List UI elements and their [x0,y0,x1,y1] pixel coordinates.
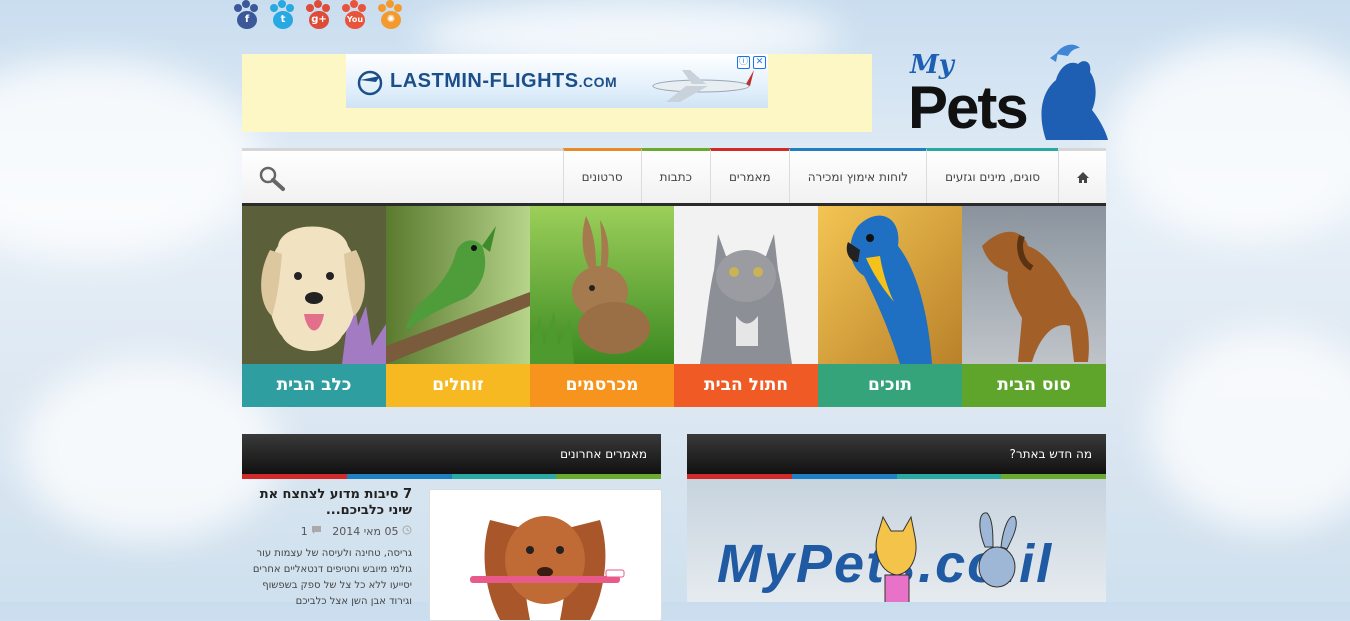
post-comments[interactable]: 1 [301,525,323,538]
post-meta: 05 מאי 2014 1 [242,525,412,538]
plane-logo-icon [357,70,383,96]
ad-controls: ⓘ ✕ [737,56,766,69]
airplane-icon [652,70,754,102]
page-container: f t g+ You ✺ LASTMIN-FLIGHTS.COM ⓘ ✕ My … [234,0,1108,621]
nav-home[interactable] [1058,148,1106,203]
nav-item-species[interactable]: סוגים, מינים וגזעים [926,148,1058,203]
nav-item-articles[interactable]: מאמרים [709,148,789,203]
iguana-image [386,206,530,364]
whats-new-banner[interactable]: MyPets.co.il [687,479,1106,602]
post-text: 7 סיבות מדוע לצחצח את שיני כלביכם... 05 … [242,487,412,610]
category-dog[interactable]: כלב הבית [242,206,386,407]
category-grid: סוס הבית תוכים חתול הבית מכרסמים זוחלים … [242,206,1106,407]
cartoon-rabbit-icon [978,512,1017,588]
nav-item-adoption[interactable]: לוחות אימוץ ומכירה [788,148,927,203]
category-parrot[interactable]: תוכים [818,206,962,407]
facebook-icon[interactable]: f [230,0,262,32]
nav-items: סוגים, מינים וגזעים לוחות אימוץ ומכירה מ… [562,148,1106,206]
latest-articles-widget: מאמרים אחרונים 7 סיבות מדוע לצחצח את שינ… [242,434,662,621]
ad-creative[interactable]: LASTMIN-FLIGHTS.COM ⓘ ✕ [346,54,768,108]
google-plus-icon[interactable]: g+ [302,0,334,32]
ad-info-icon[interactable]: ⓘ [737,56,750,69]
parrot-image [818,206,962,364]
category-horse[interactable]: סוס הבית [962,206,1106,407]
post-title[interactable]: 7 סיבות מדוע לצחצח את שיני כלביכם... [242,487,412,519]
site-logo[interactable]: My Pets [908,40,1108,144]
comment-icon [312,526,322,534]
cat-image [674,206,818,364]
nav-item-features[interactable]: כתבות [640,148,710,203]
ad-brand: LASTMIN-FLIGHTS.COM [390,70,618,92]
dog-image [242,206,386,364]
twitter-icon[interactable]: t [266,0,298,32]
category-cat[interactable]: חתול הבית [674,206,818,407]
widget-title: מה חדש באתר? [687,434,1106,474]
category-reptiles[interactable]: זוחלים [386,206,530,407]
post-date: 05 מאי 2014 [332,525,412,538]
ad-banner[interactable]: LASTMIN-FLIGHTS.COM ⓘ ✕ [242,54,872,132]
search-icon[interactable] [258,165,286,193]
horse-image [962,206,1106,364]
rabbit-image [530,206,674,364]
post-excerpt: גריסה, טחינה ולעיסה של עצמות עור גולמי מ… [252,548,412,607]
social-icons: f t g+ You ✺ [230,0,406,32]
dog-bird-logo-icon [1041,44,1108,140]
nav-item-videos[interactable]: סרטונים [562,148,641,203]
widget-title: מאמרים אחרונים [242,434,661,474]
post-item: 7 סיבות מדוע לצחצח את שיני כלביכם... 05 … [242,479,662,621]
main-nav: סוגים, מינים וגזעים לוחות אימוץ ומכירה מ… [242,148,1106,206]
clock-icon [402,525,412,535]
home-icon [1076,171,1089,183]
post-thumbnail[interactable] [429,489,662,621]
ad-close-icon[interactable]: ✕ [753,56,766,69]
whats-new-widget: מה חדש באתר? MyPets.co.il [687,434,1106,602]
rss-icon[interactable]: ✺ [374,0,406,32]
youtube-icon[interactable]: You [338,0,370,32]
cartoon-cat-icon [875,515,917,602]
category-rodents[interactable]: מכרסמים [530,206,674,407]
